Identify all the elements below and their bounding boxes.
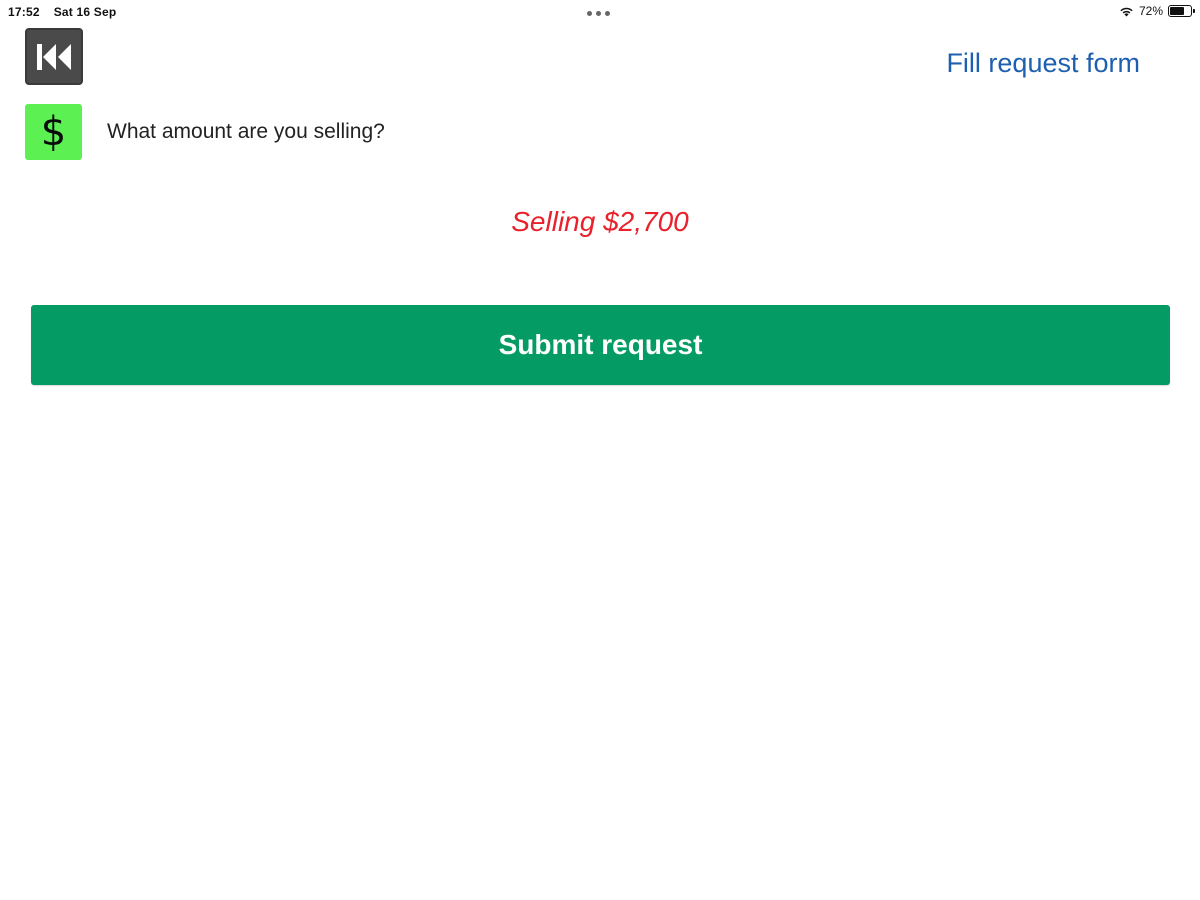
battery-icon bbox=[1168, 5, 1195, 17]
submit-request-button[interactable]: Submit request bbox=[31, 305, 1170, 385]
wifi-icon bbox=[1120, 7, 1133, 17]
question-label: What amount are you selling? bbox=[107, 120, 385, 143]
back-button[interactable] bbox=[25, 28, 83, 85]
page-title: Fill request form bbox=[946, 48, 1140, 78]
battery-percent: 72% bbox=[1138, 4, 1163, 18]
screen: 17:52 Sat 16 Sep 72% Fill request form $ bbox=[0, 0, 1200, 900]
battery-fill bbox=[1170, 7, 1185, 15]
multitasking-dots-icon[interactable] bbox=[587, 11, 610, 16]
status-bar: 17:52 Sat 16 Sep 72% bbox=[0, 0, 1200, 24]
status-left: 17:52 Sat 16 Sep bbox=[8, 5, 116, 19]
status-date: Sat 16 Sep bbox=[53, 5, 117, 19]
rewind-icon bbox=[37, 43, 71, 70]
status-time: 17:52 bbox=[8, 5, 40, 19]
dollar-glyph: $ bbox=[40, 109, 67, 155]
status-right: 72% bbox=[1119, 4, 1195, 18]
selling-amount: Selling $2,700 bbox=[511, 206, 689, 237]
dollar-icon: $ bbox=[25, 104, 82, 160]
